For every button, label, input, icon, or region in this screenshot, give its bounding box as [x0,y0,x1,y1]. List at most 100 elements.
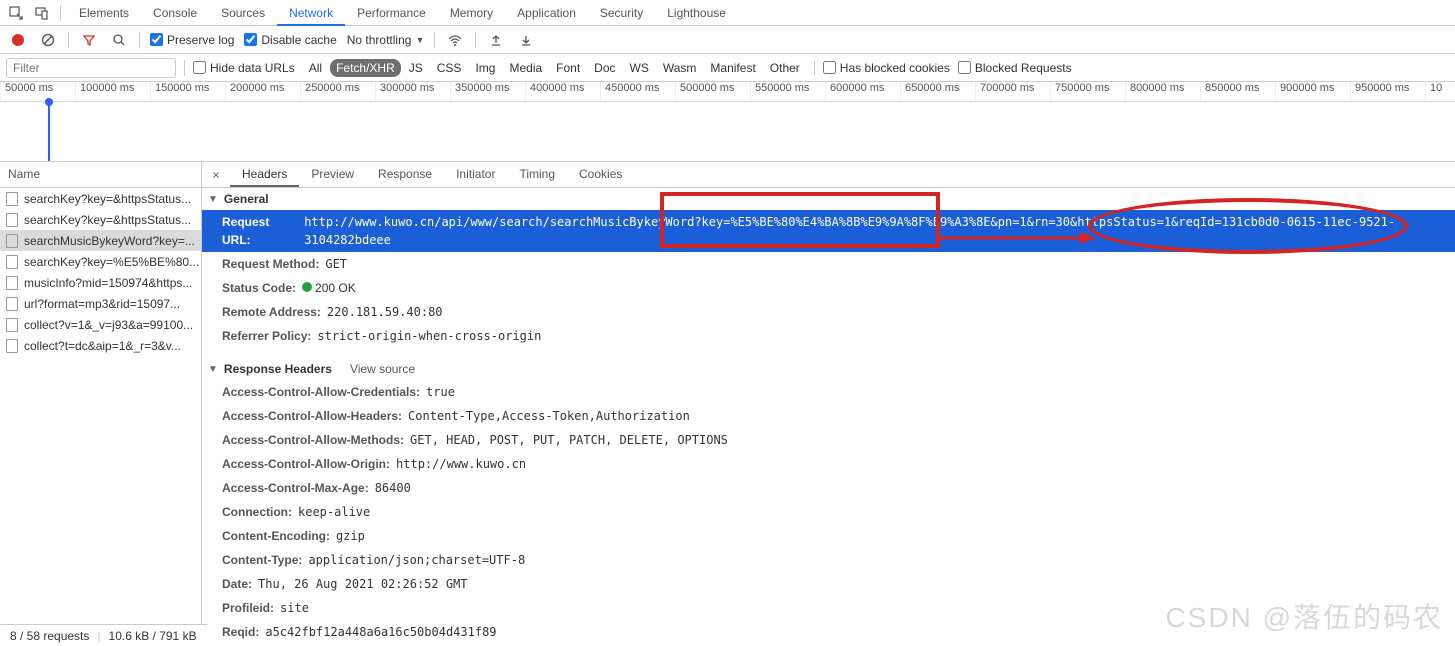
view-source-link[interactable]: View source [350,362,415,376]
filter-type-wasm[interactable]: Wasm [657,59,703,77]
response-header-row: Access-Control-Allow-Methods:GET, HEAD, … [202,428,1455,452]
file-icon [6,213,18,227]
request-row[interactable]: searchKey?key=&httpsStatus... [0,188,201,209]
blocked-requests-checkbox[interactable]: Blocked Requests [958,61,1072,75]
detail-tab-timing[interactable]: Timing [507,163,567,187]
clear-icon[interactable] [38,30,58,50]
has-blocked-cookies-checkbox[interactable]: Has blocked cookies [823,61,950,75]
response-header-row: Reqid:a5c42fbf12a448a6a16c50b04d431f89 [202,620,1455,640]
request-row[interactable]: collect?t=dc&aip=1&_r=3&v... [0,335,201,356]
separator [139,32,140,48]
close-icon[interactable]: × [206,168,226,182]
timeline-tick: 250000 ms [300,82,375,101]
separator [184,60,185,76]
request-row[interactable]: searchKey?key=%E5%BE%80... [0,251,201,272]
separator [475,32,476,48]
separator [68,32,69,48]
request-name: collect?t=dc&aip=1&_r=3&v... [24,339,181,353]
main-split: Name searchKey?key=&httpsStatus...search… [0,162,1455,640]
request-list: Name searchKey?key=&httpsStatus...search… [0,162,202,640]
filter-type-doc[interactable]: Doc [588,59,621,77]
request-row[interactable]: collect?v=1&_v=j93&a=99100... [0,314,201,335]
download-icon[interactable] [516,30,536,50]
filter-input[interactable] [6,58,176,78]
request-url-row[interactable]: Request URL:http://www.kuwo.cn/api/www/s… [202,210,1455,252]
general-section-toggle[interactable]: ▼General [202,188,1455,210]
name-column-header[interactable]: Name [0,162,201,188]
headers-panel: ▼General Request URL:http://www.kuwo.cn/… [202,188,1455,640]
detail-tab-response[interactable]: Response [366,163,444,187]
filter-type-all[interactable]: All [303,59,328,77]
filter-type-js[interactable]: JS [403,59,429,77]
filter-type-img[interactable]: Img [469,59,501,77]
file-icon [6,318,18,332]
panel-tab-network[interactable]: Network [277,2,345,26]
response-headers-toggle[interactable]: ▼Response HeadersView source [202,358,1455,380]
device-toggle-icon[interactable] [30,1,54,25]
response-header-row: Connection:keep-alive [202,500,1455,524]
timeline-tick: 800000 ms [1125,82,1200,101]
timeline-tick: 650000 ms [900,82,975,101]
detail-tab-headers[interactable]: Headers [230,163,299,187]
timeline-tick: 10 [1425,82,1455,101]
panel-tab-sources[interactable]: Sources [209,2,277,24]
record-icon[interactable] [8,30,28,50]
filter-type-other[interactable]: Other [764,59,806,77]
timeline-tick: 750000 ms [1050,82,1125,101]
filter-type-fetch-xhr[interactable]: Fetch/XHR [330,59,401,77]
timeline-tick: 950000 ms [1350,82,1425,101]
filter-type-ws[interactable]: WS [624,59,655,77]
timeline-tick: 900000 ms [1275,82,1350,101]
request-name: searchKey?key=&httpsStatus... [24,192,191,206]
detail-tab-cookies[interactable]: Cookies [567,163,634,187]
hide-data-urls-checkbox[interactable]: Hide data URLs [193,61,295,75]
throttling-select[interactable]: No throttling▼ [347,33,425,47]
separator [60,5,61,21]
devtools-top-tabs: ElementsConsoleSourcesNetworkPerformance… [0,0,1455,26]
panel-tab-performance[interactable]: Performance [345,2,438,24]
filter-type-css[interactable]: CSS [431,59,468,77]
request-row[interactable]: musicInfo?mid=150974&https... [0,272,201,293]
remote-address-row: Remote Address:220.181.59.40:80 [202,300,1455,324]
timeline-tick: 350000 ms [450,82,525,101]
referrer-policy-row: Referrer Policy:strict-origin-when-cross… [202,324,1455,348]
timeline-tick: 550000 ms [750,82,825,101]
panel-tab-elements[interactable]: Elements [67,2,141,24]
panel-tab-lighthouse[interactable]: Lighthouse [655,2,738,24]
timeline-tick: 450000 ms [600,82,675,101]
wifi-icon[interactable] [445,30,465,50]
timeline-marker [48,102,50,162]
filter-icon[interactable] [79,30,99,50]
request-detail: × HeadersPreviewResponseInitiatorTimingC… [202,162,1455,640]
response-header-row: Access-Control-Allow-Origin:http://www.k… [202,452,1455,476]
upload-icon[interactable] [486,30,506,50]
response-header-row: Profileid:site [202,596,1455,620]
request-name: musicInfo?mid=150974&https... [24,276,192,290]
timeline-overview[interactable]: 50000 ms100000 ms150000 ms200000 ms25000… [0,82,1455,162]
response-header-row: Access-Control-Allow-Headers:Content-Typ… [202,404,1455,428]
timeline-tick: 500000 ms [675,82,750,101]
response-header-row: Content-Encoding:gzip [202,524,1455,548]
panel-tab-security[interactable]: Security [588,2,655,24]
panel-tab-application[interactable]: Application [505,2,588,24]
separator [814,60,815,76]
filter-bar: Hide data URLs AllFetch/XHRJSCSSImgMedia… [0,54,1455,82]
preserve-log-checkbox[interactable]: Preserve log [150,33,234,47]
detail-tab-preview[interactable]: Preview [299,163,366,187]
panel-tab-memory[interactable]: Memory [438,2,505,24]
filter-type-media[interactable]: Media [503,59,548,77]
disable-cache-checkbox[interactable]: Disable cache [244,33,336,47]
filter-type-manifest[interactable]: Manifest [704,59,761,77]
detail-tab-initiator[interactable]: Initiator [444,163,507,187]
panel-tab-console[interactable]: Console [141,2,209,24]
file-icon [6,255,18,269]
status-code-row: Status Code:200 OK [202,276,1455,300]
timeline-tick: 300000 ms [375,82,450,101]
filter-type-font[interactable]: Font [550,59,586,77]
request-row[interactable]: url?format=mp3&rid=15097... [0,293,201,314]
request-row[interactable]: searchKey?key=&httpsStatus... [0,209,201,230]
inspect-icon[interactable] [4,1,28,25]
timeline-tick: 100000 ms [75,82,150,101]
search-icon[interactable] [109,30,129,50]
request-row[interactable]: searchMusicBykeyWord?key=... [0,230,201,251]
